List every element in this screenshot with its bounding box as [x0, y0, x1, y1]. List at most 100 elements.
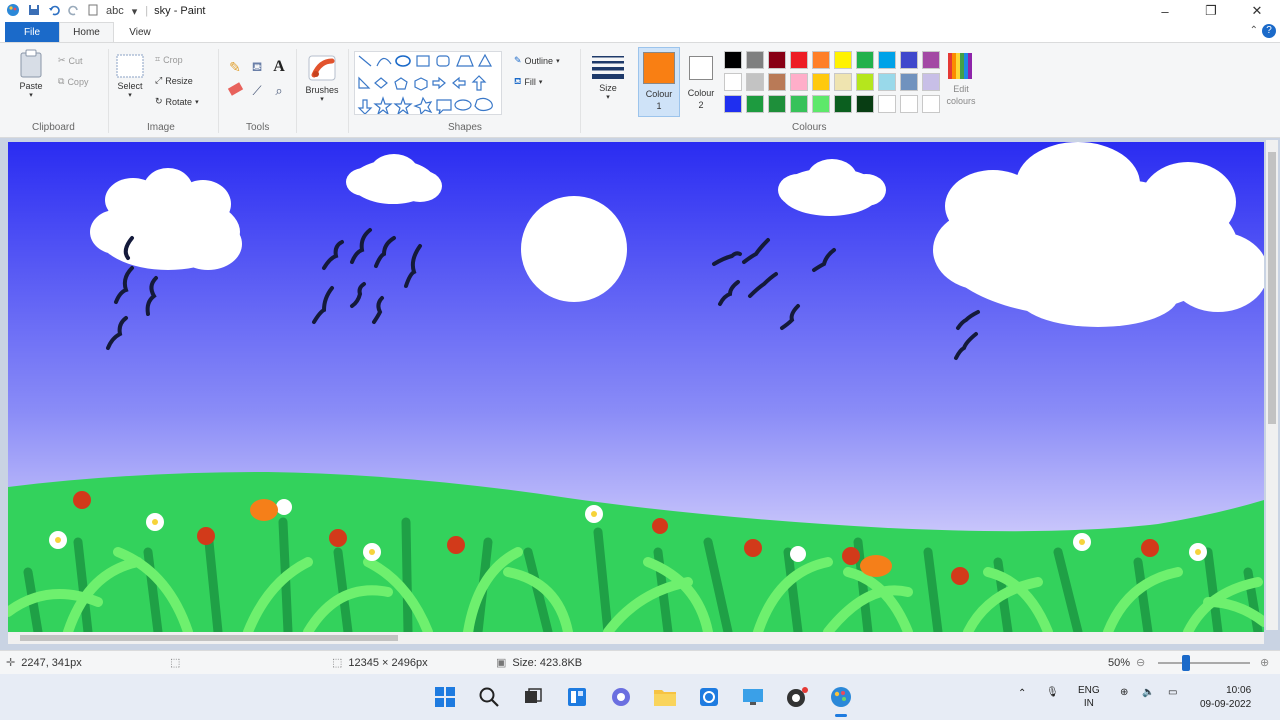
- start-icon[interactable]: [432, 684, 458, 710]
- select-button[interactable]: Select ▾: [112, 53, 148, 99]
- scrollbar-thumb[interactable]: [20, 635, 398, 641]
- palette-swatch[interactable]: [746, 95, 764, 113]
- save-icon[interactable]: [28, 4, 40, 19]
- brushes-button[interactable]: Brushes ▾: [302, 53, 342, 103]
- palette-swatch[interactable]: [834, 51, 852, 69]
- pencil-tool[interactable]: ✎: [226, 59, 244, 76]
- file-explorer-icon[interactable]: [652, 684, 678, 710]
- clock-date: 09-09-2022: [1200, 699, 1252, 710]
- chevron-down-icon[interactable]: ▾: [132, 5, 138, 18]
- chrome-icon[interactable]: [784, 684, 810, 710]
- palette-swatch[interactable]: [922, 51, 940, 69]
- palette-swatch[interactable]: [724, 95, 742, 113]
- rotate-button[interactable]: ↻ Rotate ▾: [155, 96, 199, 107]
- magnifier-tool[interactable]: ⌕: [270, 83, 288, 99]
- show-hidden-icons-icon[interactable]: ⌃: [1018, 688, 1026, 699]
- undo-icon[interactable]: [48, 4, 60, 19]
- palette-swatch[interactable]: [856, 95, 874, 113]
- zoom-in-icon[interactable]: ⊕: [1260, 656, 1269, 669]
- crosshair-icon: ✛: [6, 657, 16, 669]
- eraser-tool[interactable]: [226, 82, 244, 96]
- tab-file[interactable]: File: [5, 22, 59, 42]
- palette-swatch[interactable]: [900, 95, 918, 113]
- outline-button[interactable]: ✎ Outline ▾: [514, 55, 560, 66]
- palette-swatch[interactable]: [724, 73, 742, 91]
- shapes-gallery[interactable]: [354, 51, 502, 116]
- palette-swatch[interactable]: [878, 51, 896, 69]
- minimize-button[interactable]: –: [1142, 0, 1188, 22]
- microphone-icon[interactable]: 🎙: [1046, 687, 1059, 698]
- tab-view[interactable]: View: [120, 22, 160, 42]
- redo-icon[interactable]: [68, 4, 80, 19]
- palette-swatch[interactable]: [922, 73, 940, 91]
- palette-swatch[interactable]: [746, 73, 764, 91]
- palette-swatch[interactable]: [834, 95, 852, 113]
- language-indicator[interactable]: ENG IN: [1078, 684, 1100, 710]
- zoom-out-icon[interactable]: ⊖: [1136, 656, 1145, 669]
- palette-swatch[interactable]: [768, 95, 786, 113]
- palette-swatch[interactable]: [856, 73, 874, 91]
- palette-swatch[interactable]: [790, 51, 808, 69]
- edit-colours-button[interactable]: Edit colours: [940, 51, 982, 107]
- colour2-button[interactable]: Colour 2: [684, 47, 718, 117]
- tab-home[interactable]: Home: [59, 22, 114, 42]
- shapes-group-label: Shapes: [448, 122, 482, 133]
- globe-icon[interactable]: ⊕: [1120, 687, 1128, 698]
- help-button[interactable]: ?: [1262, 24, 1276, 38]
- text-tool[interactable]: A: [270, 58, 288, 76]
- horizontal-scrollbar[interactable]: [8, 632, 1264, 644]
- paste-icon: [20, 49, 42, 78]
- zoom-slider-handle[interactable]: [1182, 655, 1190, 671]
- colour-picker-tool[interactable]: ⟋: [248, 83, 266, 99]
- colour1-swatch: [643, 52, 675, 84]
- fill-button[interactable]: ⛾ Fill ▾: [514, 76, 542, 88]
- battery-icon[interactable]: ▭: [1168, 687, 1177, 698]
- palette-swatch[interactable]: [724, 51, 742, 69]
- maximize-button[interactable]: ❐: [1188, 0, 1234, 22]
- copy-button[interactable]: ⧉ Copy: [58, 76, 88, 87]
- palette-swatch[interactable]: [812, 51, 830, 69]
- cut-button[interactable]: ✂ Cut: [58, 55, 83, 66]
- chat-icon[interactable]: [608, 684, 634, 710]
- widgets-icon[interactable]: [564, 684, 590, 710]
- clock[interactable]: 10:06 09-09-2022: [1200, 684, 1251, 712]
- palette-swatch[interactable]: [900, 51, 918, 69]
- palette-swatch[interactable]: [790, 73, 808, 91]
- speaker-icon[interactable]: 🔈: [1142, 687, 1154, 698]
- palette-swatch[interactable]: [746, 51, 764, 69]
- vertical-scrollbar[interactable]: [1266, 140, 1278, 630]
- sky-meadow-drawing: [8, 142, 1264, 632]
- search-icon[interactable]: [476, 684, 502, 710]
- colour1-button[interactable]: Colour 1: [638, 47, 680, 117]
- palette-swatch[interactable]: [900, 73, 918, 91]
- fill-tool[interactable]: ⛾: [248, 59, 266, 77]
- palette-swatch[interactable]: [768, 73, 786, 91]
- divider: [218, 49, 219, 133]
- close-button[interactable]: ✕: [1234, 0, 1280, 22]
- resize-button[interactable]: ⤢ Resize: [155, 75, 193, 86]
- task-view-icon[interactable]: [520, 684, 546, 710]
- palette-swatch[interactable]: [812, 73, 830, 91]
- colour2-swatch: [689, 56, 713, 80]
- paint-taskbar-icon[interactable]: [828, 684, 854, 717]
- palette-swatch[interactable]: [856, 51, 874, 69]
- palette-swatch[interactable]: [834, 73, 852, 91]
- palette-swatch[interactable]: [878, 73, 896, 91]
- size-button[interactable]: Size ▾: [588, 53, 628, 101]
- scrollbar-thumb[interactable]: [1268, 152, 1276, 424]
- paste-button[interactable]: Paste ▾: [14, 49, 48, 99]
- new-file-icon[interactable]: [88, 4, 98, 19]
- palette-swatch[interactable]: [878, 95, 896, 113]
- palette-swatch[interactable]: [922, 95, 940, 113]
- store-icon[interactable]: [696, 684, 722, 710]
- palette-swatch[interactable]: [768, 51, 786, 69]
- colour-wheel-icon: [948, 53, 972, 79]
- palette-swatch[interactable]: [790, 95, 808, 113]
- crop-button[interactable]: ⌗ Crop: [155, 54, 183, 65]
- drawing-canvas[interactable]: [8, 142, 1264, 632]
- collapse-ribbon-icon[interactable]: ⌃: [1250, 25, 1258, 36]
- quick-access-text[interactable]: abc: [106, 5, 124, 17]
- palette-swatch[interactable]: [812, 95, 830, 113]
- zoom-slider[interactable]: [1158, 662, 1250, 664]
- remote-desktop-icon[interactable]: [740, 684, 766, 710]
